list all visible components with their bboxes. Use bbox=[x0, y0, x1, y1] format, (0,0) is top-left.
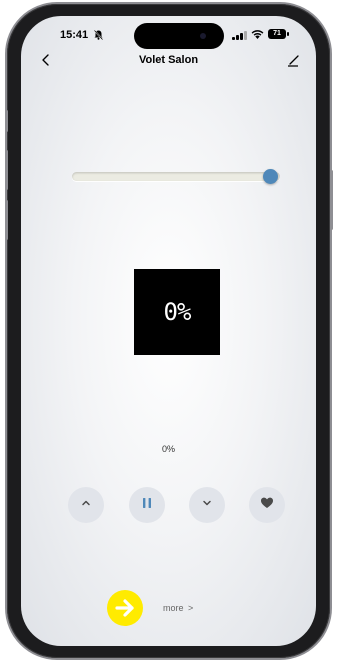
heart-icon bbox=[260, 496, 274, 515]
position-slider[interactable] bbox=[72, 169, 280, 184]
screen: 15:41 71 Volet Salon 0% 0% more > bbox=[21, 16, 316, 646]
position-display: 0% bbox=[134, 269, 220, 355]
camera-dot bbox=[200, 33, 206, 39]
power-button bbox=[330, 170, 333, 230]
pause-button[interactable] bbox=[129, 487, 165, 523]
page-title: Volet Salon bbox=[138, 54, 199, 66]
volume-up-button bbox=[5, 150, 8, 190]
edit-icon[interactable] bbox=[285, 52, 301, 68]
open-button[interactable] bbox=[68, 487, 104, 523]
volume-down-button bbox=[5, 200, 8, 240]
more-label: more bbox=[163, 603, 184, 613]
pause-icon bbox=[140, 496, 154, 515]
close-button[interactable] bbox=[189, 487, 225, 523]
slider-thumb[interactable] bbox=[263, 169, 278, 184]
status-time: 15:41 bbox=[60, 29, 89, 41]
signal-icon bbox=[232, 31, 248, 40]
wifi-icon bbox=[251, 29, 264, 42]
position-percentage: 0% bbox=[161, 444, 175, 454]
dynamic-island bbox=[134, 23, 224, 49]
battery-icon: 71 bbox=[268, 29, 286, 39]
bell-slash-icon bbox=[93, 29, 104, 42]
more-link[interactable]: more > bbox=[163, 603, 193, 613]
favorite-button[interactable] bbox=[249, 487, 285, 523]
action-button bbox=[5, 110, 8, 132]
chevron-down-icon bbox=[201, 496, 213, 514]
chevron-right-icon: > bbox=[188, 603, 194, 613]
chevron-up-icon bbox=[80, 496, 92, 514]
arrow-right-icon[interactable] bbox=[107, 590, 143, 626]
position-display-value: 0% bbox=[163, 298, 192, 326]
battery-cap bbox=[287, 32, 289, 36]
